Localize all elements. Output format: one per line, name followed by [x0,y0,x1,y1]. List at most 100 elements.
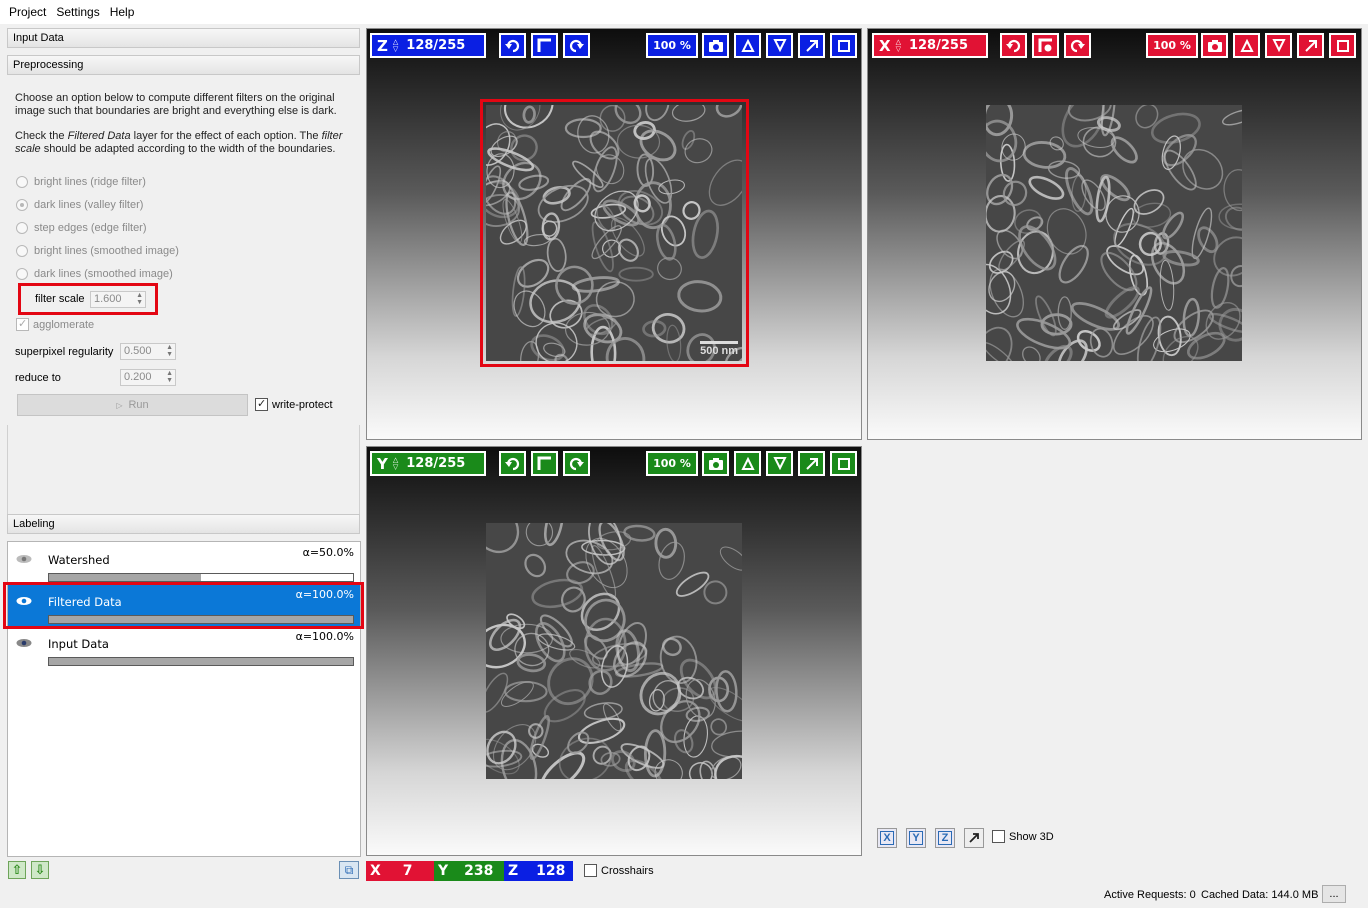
status-more-button[interactable]: ... [1322,885,1346,903]
status-cached-data: Cached Data: 144.0 MB [1201,889,1319,901]
coord-y: Y 238 [434,861,504,881]
z-rotate-right-icon[interactable] [563,33,590,58]
play-icon: ▷ [116,400,123,410]
menu-help[interactable]: Help [105,5,140,19]
spin-arrows-icon[interactable]: ▲ ▼ [166,370,173,384]
y-zoom-level[interactable]: 100 % [646,451,698,476]
menubar: Project Settings Help [0,0,1368,24]
opacity-fill [49,658,353,665]
reduce-spinbox[interactable]: 0.200 ▲ ▼ [120,369,176,386]
y-rotate-left-icon[interactable] [499,451,526,476]
menu-project[interactable]: Project [4,5,51,19]
x-swap-axes-icon[interactable] [1032,33,1059,58]
image-slice-y[interactable] [486,523,742,779]
option-bright-smoothed[interactable]: bright lines (smoothed image) [16,245,179,257]
layer-row-watershed[interactable]: Watershed α=50.0% [8,542,360,584]
checkbox-icon [584,864,597,877]
z-zoom-level[interactable]: 100 % [646,33,698,58]
y-slice-up-icon[interactable] [734,451,761,476]
write-protect-checkbox[interactable]: write-protect [255,397,333,411]
y-slice-down-icon[interactable] [766,451,793,476]
axis-z-icon[interactable]: Z [935,828,955,848]
preprocessing-hint: Check the Filtered Data layer for the ef… [15,130,343,155]
z-rotate-left-icon[interactable] [499,33,526,58]
layer-up-icon[interactable]: ⇧ [8,861,26,879]
axis-y-icon[interactable]: Y [906,828,926,848]
membrane-texture [986,105,1242,361]
checkbox-icon [16,317,29,331]
checkbox-icon [992,830,1005,843]
radio-icon [16,268,28,280]
highlight-z-image [480,99,749,367]
eye-icon[interactable] [16,638,32,648]
y-undock-icon[interactable] [798,451,825,476]
status-active-requests: Active Requests: 0 [1104,889,1196,901]
option-dark-smoothed[interactable]: dark lines (smoothed image) [16,268,173,280]
highlight-filter-scale [18,283,158,315]
radio-checked-icon [16,199,28,211]
radio-icon [16,245,28,257]
layer-down-icon[interactable]: ⇩ [31,861,49,879]
run-button[interactable]: ▷ Run [17,394,248,416]
highlight-filtered-data-layer [3,582,364,629]
z-undock-icon[interactable] [798,33,825,58]
image-slice-x[interactable] [986,105,1242,361]
option-ridge-filter[interactable]: bright lines (ridge filter) [16,176,146,188]
option-edge-filter[interactable]: step edges (edge filter) [16,222,147,234]
spin-arrows-icon: △ ▽ [392,455,399,471]
y-slice-spinbox[interactable]: Y △ ▽ 128/255 [370,451,486,476]
agglomerate-checkbox[interactable]: agglomerate [16,317,94,331]
membrane-texture [486,523,742,779]
crosshairs-checkbox[interactable]: Crosshairs [584,864,654,877]
x-rotate-right-icon[interactable] [1064,33,1091,58]
z-slice-up-icon[interactable] [734,33,761,58]
y-maximize-icon[interactable] [830,451,857,476]
layer-options-icon[interactable]: ⧉ [339,861,359,879]
reduce-label: reduce to [15,372,61,384]
radio-icon [16,222,28,234]
show-3d-checkbox[interactable]: Show 3D [992,830,1054,843]
menu-settings[interactable]: Settings [51,5,104,19]
x-slice-down-icon[interactable] [1265,33,1292,58]
y-rotate-right-icon[interactable] [563,451,590,476]
preprocessing-description: Choose an option below to compute differ… [15,92,337,117]
x-slice-up-icon[interactable] [1233,33,1260,58]
view-z[interactable]: 500 nm [366,28,862,440]
z-slice-down-icon[interactable] [766,33,793,58]
superpixel-spinbox[interactable]: 0.500 ▲ ▼ [120,343,176,360]
x-screenshot-icon[interactable] [1201,33,1228,58]
eye-icon[interactable] [16,554,32,564]
x-maximize-icon[interactable] [1329,33,1356,58]
axis-x-icon[interactable]: X [877,828,897,848]
z-swap-axes-icon[interactable] [531,33,558,58]
applet-input-data[interactable]: Input Data [7,28,360,48]
applet-drawer-body [7,425,360,515]
checkbox-icon [255,397,268,411]
y-swap-axes-icon[interactable] [531,451,558,476]
applet-labeling[interactable]: Labeling [7,514,360,534]
spin-arrows-icon[interactable]: ▲ ▼ [166,344,173,358]
z-maximize-icon[interactable] [830,33,857,58]
view-y[interactable] [366,446,862,856]
z-screenshot-icon[interactable] [702,33,729,58]
layer-row-input-data[interactable]: Input Data α=100.0% [8,626,360,668]
spin-arrows-icon: △ ▽ [392,37,399,53]
y-screenshot-icon[interactable] [702,451,729,476]
view-x[interactable] [867,28,1362,440]
opacity-bar[interactable] [48,573,354,582]
option-valley-filter[interactable]: dark lines (valley filter) [16,199,143,211]
superpixel-label: superpixel regularity [15,346,114,358]
undock-3d-icon[interactable] [964,828,984,848]
opacity-bar[interactable] [48,657,354,666]
x-undock-icon[interactable] [1297,33,1324,58]
z-slice-spinbox[interactable]: Z △ ▽ 128/255 [370,33,486,58]
coord-x: X7 [366,861,434,881]
x-slice-spinbox[interactable]: X △ ▽ 128/255 [872,33,988,58]
spin-arrows-icon: △ ▽ [895,37,901,53]
x-zoom-level[interactable]: 100 % [1146,33,1198,58]
opacity-fill [49,574,201,581]
x-rotate-left-icon[interactable] [1000,33,1027,58]
radio-icon [16,176,28,188]
coord-z: Z 128 [504,861,573,881]
applet-preprocessing[interactable]: Preprocessing [7,55,360,75]
